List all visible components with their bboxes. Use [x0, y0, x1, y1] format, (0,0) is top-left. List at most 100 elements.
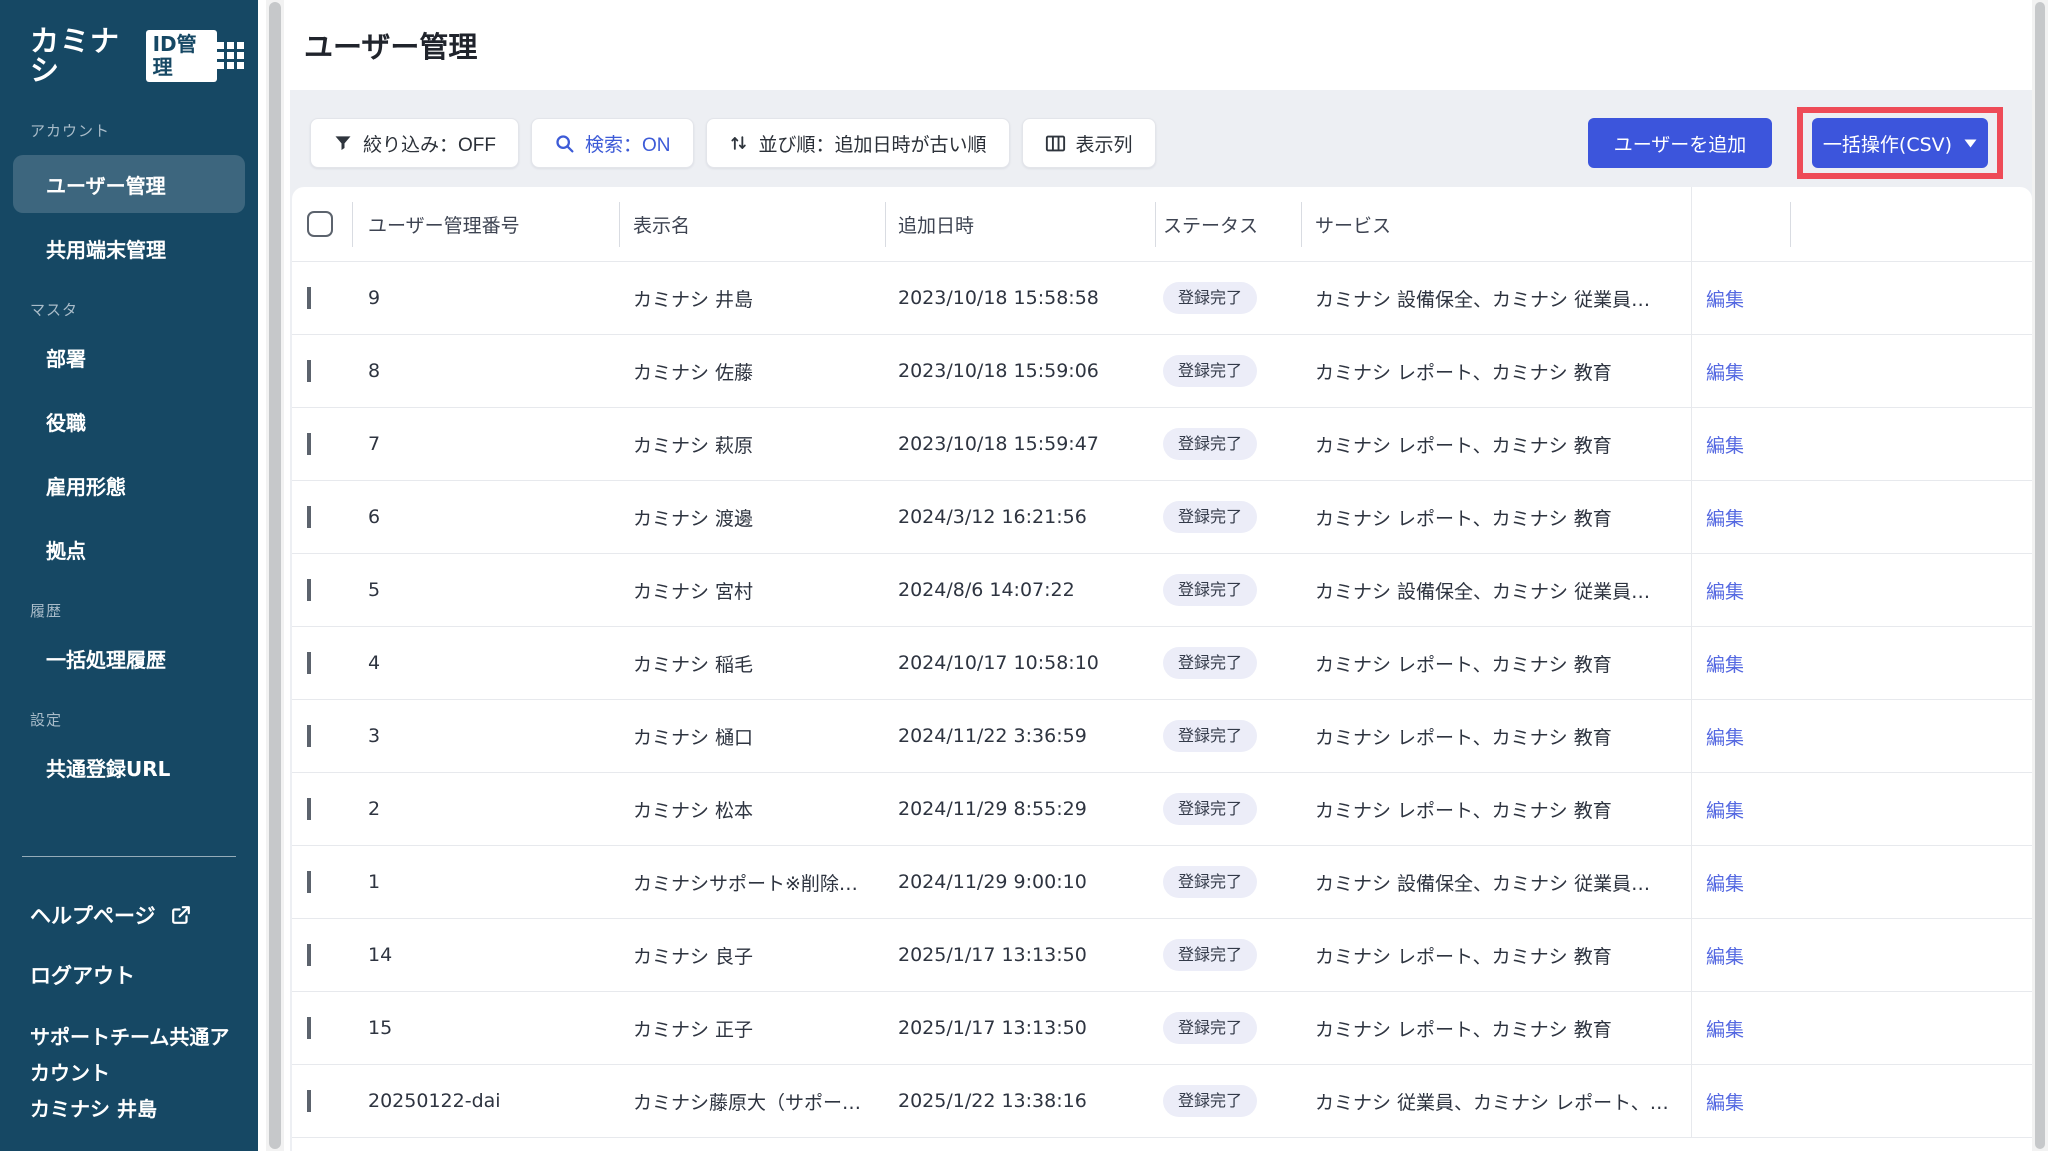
status-badge: 登録完了 [1163, 866, 1257, 897]
cell-services: カミナシ レポート、カミナシ 教育 [1301, 942, 1691, 969]
add-user-button[interactable]: ユーザーを追加 [1588, 118, 1772, 168]
users-table: ユーザー管理番号 表示名 追加日時 ステータス サービス 9 カミナシ 井島 2… [292, 187, 2032, 1151]
sidebar-item-一括処理履歴[interactable]: 一括処理履歴 [0, 629, 258, 687]
sidebar-footer: ヘルプページ ログアウト サポートチーム共通アカウント カミナシ 井島 [0, 856, 258, 1151]
edit-link[interactable]: 編集 [1706, 358, 1744, 385]
row-checkbox[interactable] [307, 287, 311, 309]
chevron-down-icon [1964, 139, 1977, 148]
logout-label: ログアウト [30, 960, 135, 990]
sort-icon [729, 133, 749, 153]
sidebar-item-部署[interactable]: 部署 [0, 328, 258, 386]
id-kanri-badge: ID管理 [146, 30, 217, 82]
sidebar-scrollbar[interactable] [262, 0, 287, 1151]
table-row: 4 カミナシ 稲毛 2024/10/17 10:58:10 登録完了 カミナシ … [292, 627, 2032, 700]
status-badge: 登録完了 [1163, 720, 1257, 751]
row-checkbox[interactable] [307, 652, 311, 674]
cell-user-id: 3 [352, 725, 619, 747]
table-row: 15 カミナシ 正子 2025/1/17 13:13:50 登録完了 カミナシ … [292, 992, 2032, 1065]
cell-added-at: 2024/8/6 14:07:22 [885, 579, 1155, 601]
select-all-checkbox[interactable] [307, 211, 333, 237]
toolbar: 絞り込み：OFF 検索：ON 並び順 [290, 90, 2033, 187]
logo-row: カミナシ ID管理 [30, 36, 244, 76]
edit-link[interactable]: 編集 [1706, 723, 1744, 750]
cell-user-id: 15 [352, 1017, 619, 1039]
table-row: 7 カミナシ 萩原 2023/10/18 15:59:47 登録完了 カミナシ … [292, 408, 2032, 481]
row-checkbox[interactable] [307, 506, 311, 528]
row-checkbox[interactable] [307, 579, 311, 601]
status-badge: 登録完了 [1163, 355, 1257, 386]
sidebar-item-ユーザー管理[interactable]: ユーザー管理 [13, 155, 245, 213]
row-checkbox[interactable] [307, 798, 311, 820]
sidebar-item-拠点[interactable]: 拠点 [0, 520, 258, 578]
edit-link[interactable]: 編集 [1706, 796, 1744, 823]
edit-link[interactable]: 編集 [1706, 650, 1744, 677]
row-checkbox[interactable] [307, 725, 311, 747]
cell-added-at: 2024/11/22 3:36:59 [885, 725, 1155, 747]
account-name: サポートチーム共通アカウント [30, 1019, 238, 1091]
bulk-csv-button[interactable]: 一括操作(CSV) [1812, 118, 1988, 168]
row-checkbox[interactable] [307, 1090, 311, 1112]
sidebar-divider [22, 856, 236, 857]
apps-grid-icon[interactable] [217, 42, 244, 70]
cell-added-at: 2025/1/17 13:13:50 [885, 1017, 1155, 1039]
cell-added-at: 2023/10/18 15:59:06 [885, 360, 1155, 382]
column-header-status: ステータス [1155, 187, 1301, 261]
table-row: 5 カミナシ 宮村 2024/8/6 14:07:22 登録完了 カミナシ 設備… [292, 554, 2032, 627]
edit-link[interactable]: 編集 [1706, 431, 1744, 458]
cell-added-at: 2024/11/29 8:55:29 [885, 798, 1155, 820]
cell-user-id: 8 [352, 360, 619, 382]
cell-display-name: カミナシ 宮村 [619, 577, 885, 604]
page-title: ユーザー管理 [304, 24, 477, 66]
cell-user-id: 9 [352, 287, 619, 309]
filter-button[interactable]: 絞り込み：OFF [310, 118, 519, 168]
cell-services: カミナシ 従業員、カミナシ レポート、… [1301, 1088, 1691, 1115]
edit-link[interactable]: 編集 [1706, 285, 1744, 312]
cell-services: カミナシ レポート、カミナシ 教育 [1301, 650, 1691, 677]
column-header-extra [1790, 187, 2032, 261]
row-checkbox[interactable] [307, 433, 311, 455]
columns-button[interactable]: 表示列 [1022, 118, 1156, 168]
columns-button-label: 表示列 [1076, 130, 1133, 157]
sidebar-item-logout[interactable]: ログアウト [0, 957, 258, 993]
page-scrollbar[interactable] [2032, 0, 2048, 1151]
edit-link[interactable]: 編集 [1706, 942, 1744, 969]
cell-services: カミナシ レポート、カミナシ 教育 [1301, 358, 1691, 385]
cell-display-name: カミナシ 正子 [619, 1015, 885, 1042]
status-badge: 登録完了 [1163, 939, 1257, 970]
table-body: 9 カミナシ 井島 2023/10/18 15:58:58 登録完了 カミナシ … [292, 262, 2032, 1138]
table-row: 3 カミナシ 樋口 2024/11/22 3:36:59 登録完了 カミナシ レ… [292, 700, 2032, 773]
cell-services: カミナシ 設備保全、カミナシ 従業員… [1301, 869, 1691, 896]
edit-link[interactable]: 編集 [1706, 504, 1744, 531]
cell-added-at: 2023/10/18 15:58:58 [885, 287, 1155, 309]
row-checkbox[interactable] [307, 1017, 311, 1039]
sidebar-section-label: マスタ [30, 299, 258, 320]
edit-link[interactable]: 編集 [1706, 869, 1744, 896]
status-badge: 登録完了 [1163, 501, 1257, 532]
edit-link[interactable]: 編集 [1706, 1015, 1744, 1042]
status-badge: 登録完了 [1163, 1012, 1257, 1043]
edit-link[interactable]: 編集 [1706, 1088, 1744, 1115]
sidebar-item-雇用形態[interactable]: 雇用形態 [0, 456, 258, 514]
status-badge: 登録完了 [1163, 793, 1257, 824]
cell-display-name: カミナシサポート※削除… [619, 869, 885, 896]
add-user-button-label: ユーザーを追加 [1614, 130, 1747, 157]
cell-display-name: カミナシ藤原大（サポー… [619, 1088, 885, 1115]
sidebar-item-役職[interactable]: 役職 [0, 392, 258, 450]
cell-services: カミナシ レポート、カミナシ 教育 [1301, 1015, 1691, 1042]
sidebar-section-label: 履歴 [30, 600, 258, 621]
sort-button[interactable]: 並び順：追加日時が古い順 [706, 118, 1010, 168]
cell-added-at: 2025/1/17 13:13:50 [885, 944, 1155, 966]
cell-user-id: 20250122-dai [352, 1090, 619, 1112]
search-button[interactable]: 検索：ON [531, 118, 694, 168]
cell-services: カミナシ レポート、カミナシ 教育 [1301, 431, 1691, 458]
row-checkbox[interactable] [307, 871, 311, 893]
cell-display-name: カミナシ 渡邊 [619, 504, 885, 531]
sidebar-item-共通登録URL[interactable]: 共通登録URL [0, 738, 258, 796]
table-row: 14 カミナシ 良子 2025/1/17 13:13:50 登録完了 カミナシ … [292, 919, 2032, 992]
sidebar-item-共用端末管理[interactable]: 共用端末管理 [0, 219, 258, 277]
row-checkbox[interactable] [307, 360, 311, 382]
row-checkbox[interactable] [307, 944, 311, 966]
sidebar-item-help-page[interactable]: ヘルプページ [0, 897, 258, 933]
edit-link[interactable]: 編集 [1706, 577, 1744, 604]
cell-user-id: 6 [352, 506, 619, 528]
